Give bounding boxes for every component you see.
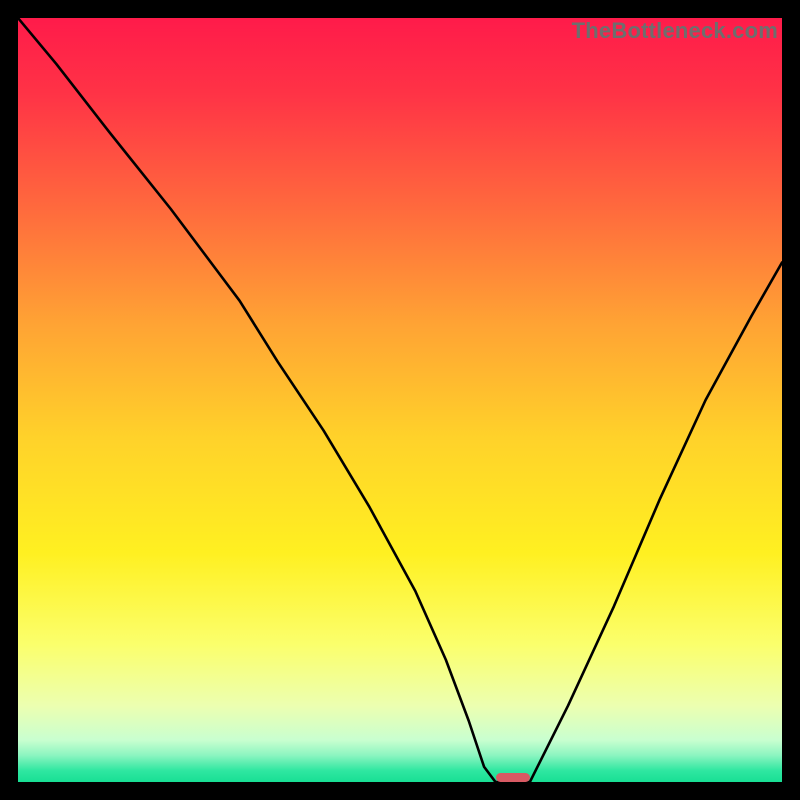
outer-frame: TheBottleneck.com: [0, 0, 800, 800]
plot-area: TheBottleneck.com: [18, 18, 782, 782]
bottleneck-curve: [18, 18, 782, 782]
optimum-marker: [496, 773, 530, 782]
